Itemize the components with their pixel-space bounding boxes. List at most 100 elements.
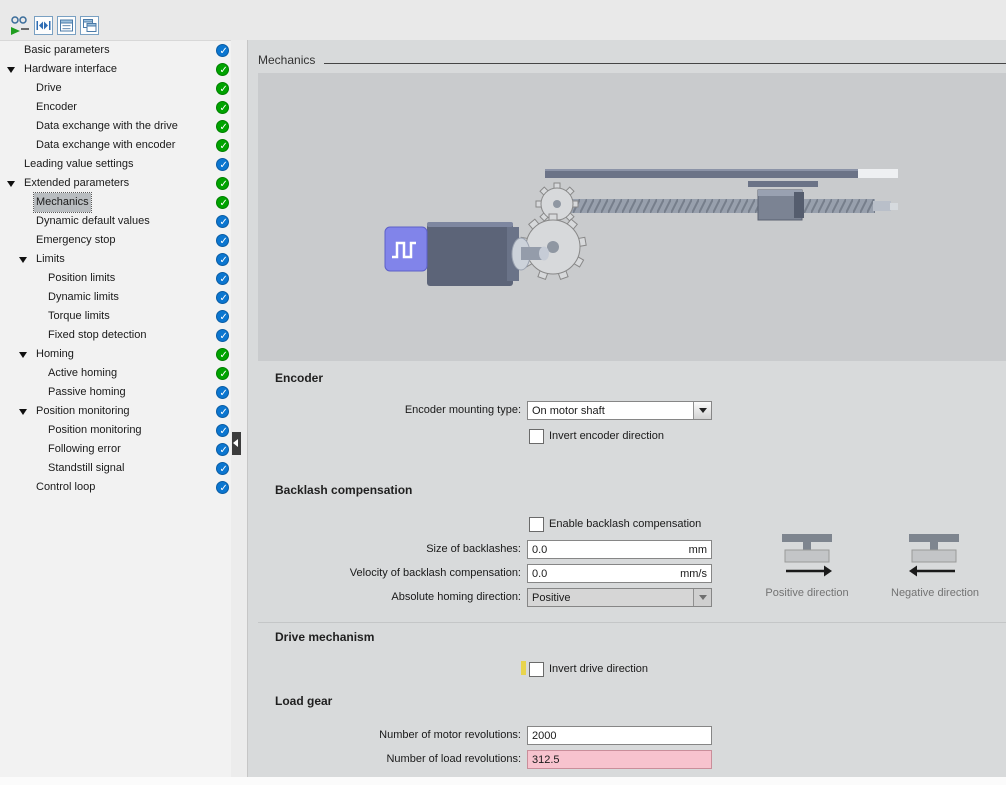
- sidebar-item-label: Data exchange with encoder: [34, 136, 177, 155]
- invert-encoder-row: Invert encoder direction: [258, 427, 1006, 446]
- status-check-icon: [216, 272, 229, 285]
- invert-drive-checkbox[interactable]: [529, 662, 544, 677]
- expand-triangle-icon[interactable]: [19, 352, 27, 358]
- motor-revolutions-row: Number of motor revolutions: 2000: [258, 726, 1006, 745]
- axis-configuration-window: { "colors": { "status_green": "#00a300",…: [0, 0, 1006, 785]
- sidebar-item-emergency-stop[interactable]: Emergency stop: [0, 231, 231, 250]
- swap-arrows-icon[interactable]: [34, 16, 53, 35]
- sidebar-item-encoder[interactable]: Encoder: [0, 98, 231, 117]
- sidebar-item-label: Limits: [34, 250, 67, 269]
- sidebar-item-position-limits[interactable]: Position limits: [0, 269, 231, 288]
- sidebar-item-label: Dynamic default values: [34, 212, 152, 231]
- backlash-velocity-value: 0.0: [528, 568, 680, 580]
- sidebar-item-label: Homing: [34, 345, 76, 364]
- expand-triangle-icon[interactable]: [7, 67, 15, 73]
- sidebar-item-dynamic-limits[interactable]: Dynamic limits: [0, 288, 231, 307]
- homing-direction-value: Positive: [528, 592, 693, 604]
- negative-direction-illustration: Negative direction: [891, 528, 977, 599]
- sidebar-item-label: Leading value settings: [22, 155, 135, 174]
- enable-backlash-checkbox[interactable]: [529, 517, 544, 532]
- status-check-icon: [216, 424, 229, 437]
- sidebar-item-label: Basic parameters: [22, 41, 112, 60]
- trace-icon[interactable]: [8, 15, 32, 36]
- sidebar-item-dynamic-default-values[interactable]: Dynamic default values: [0, 212, 231, 231]
- load-gear-header: Load gear: [275, 694, 332, 708]
- status-check-icon: [216, 329, 229, 342]
- status-check-icon: [216, 386, 229, 399]
- chevron-down-icon: [699, 595, 707, 600]
- chevron-down-icon: [699, 408, 707, 413]
- motor-revolutions-input[interactable]: 2000: [527, 726, 712, 745]
- expand-triangle-icon[interactable]: [19, 409, 27, 415]
- sidebar-item-label: Mechanics: [34, 193, 91, 212]
- dropdown-button[interactable]: [693, 589, 711, 606]
- encoder-mounting-label: Encoder mounting type:: [258, 404, 521, 416]
- status-check-icon: [216, 348, 229, 361]
- dropdown-button[interactable]: [693, 402, 711, 419]
- sidebar-item-label: Dynamic limits: [46, 288, 121, 307]
- sidebar-item-active-homing[interactable]: Active homing: [0, 364, 231, 383]
- load-revolutions-input[interactable]: 312.5: [527, 750, 712, 769]
- sidebar-item-following-error[interactable]: Following error: [0, 440, 231, 459]
- expand-triangle-icon[interactable]: [7, 181, 15, 187]
- sidebar-item-basic-parameters[interactable]: Basic parameters: [0, 41, 231, 60]
- status-check-icon: [216, 481, 229, 494]
- sidebar-item-torque-limits[interactable]: Torque limits: [0, 307, 231, 326]
- sidebar-item-fixed-stop-detection[interactable]: Fixed stop detection: [0, 326, 231, 345]
- sidebar-item-mechanics[interactable]: Mechanics: [0, 193, 231, 212]
- sidebar-item-hardware-interface[interactable]: Hardware interface: [0, 60, 231, 79]
- page-title: Mechanics: [258, 53, 315, 67]
- sidebar-item-label: Hardware interface: [22, 60, 119, 79]
- section-title-row: Mechanics: [258, 50, 1006, 67]
- sidebar-item-drive[interactable]: Drive: [0, 79, 231, 98]
- pane-splitter[interactable]: [231, 40, 248, 777]
- window-stack-icon[interactable]: [80, 16, 99, 35]
- drive-mechanism-header: Drive mechanism: [275, 630, 374, 644]
- window-list-glyph: [58, 17, 75, 34]
- homing-direction-label: Absolute homing direction:: [258, 591, 521, 603]
- sidebar-item-standstill-signal[interactable]: Standstill signal: [0, 459, 231, 478]
- sidebar-item-leading-value-settings[interactable]: Leading value settings: [0, 155, 231, 174]
- sidebar-item-passive-homing[interactable]: Passive homing: [0, 383, 231, 402]
- status-check-icon: [216, 405, 229, 418]
- backlash-size-label: Size of backlashes:: [258, 543, 521, 555]
- encoder-mounting-value: On motor shaft: [528, 405, 693, 417]
- sidebar-item-position-monitoring[interactable]: Position monitoring: [0, 421, 231, 440]
- backlash-section-header: Backlash compensation: [275, 483, 412, 497]
- status-check-icon: [216, 63, 229, 76]
- backlash-velocity-label: Velocity of backlash compensation:: [258, 567, 521, 579]
- encoder-mounting-dropdown[interactable]: On motor shaft: [527, 401, 712, 420]
- invert-drive-label: Invert drive direction: [549, 663, 648, 675]
- status-check-icon: [216, 291, 229, 304]
- backlash-size-input[interactable]: 0.0 mm: [527, 540, 712, 559]
- title-rule: [324, 63, 1006, 64]
- sidebar-item-position-monitoring-group[interactable]: Position monitoring: [0, 402, 231, 421]
- sidebar-item-data-exchange-encoder[interactable]: Data exchange with encoder: [0, 136, 231, 155]
- expand-triangle-icon[interactable]: [19, 257, 27, 263]
- status-check-icon: [216, 253, 229, 266]
- status-check-icon: [216, 177, 229, 190]
- invert-encoder-label: Invert encoder direction: [549, 430, 664, 442]
- sidebar-item-homing[interactable]: Homing: [0, 345, 231, 364]
- changed-value-marker: [521, 661, 526, 675]
- sidebar-item-data-exchange-drive[interactable]: Data exchange with the drive: [0, 117, 231, 136]
- motor-revolutions-label: Number of motor revolutions:: [258, 729, 521, 741]
- sidebar-item-limits[interactable]: Limits: [0, 250, 231, 269]
- positive-direction-icon: [772, 528, 842, 580]
- status-check-icon: [216, 101, 229, 114]
- guide-rail-short: [748, 181, 818, 187]
- homing-direction-dropdown[interactable]: Positive: [527, 588, 712, 607]
- sidebar-item-extended-parameters[interactable]: Extended parameters: [0, 174, 231, 193]
- swap-arrows-glyph: [35, 17, 52, 34]
- bottom-strip: [0, 777, 1006, 785]
- sidebar-item-label: Torque limits: [46, 307, 112, 326]
- pulse-block-icon: [385, 227, 427, 271]
- toolbar: [0, 0, 1006, 41]
- window-list-icon[interactable]: [57, 16, 76, 35]
- collapse-pane-handle[interactable]: [232, 432, 241, 455]
- backlash-velocity-input[interactable]: 0.0 mm/s: [527, 564, 712, 583]
- sidebar-item-control-loop[interactable]: Control loop: [0, 478, 231, 497]
- big-gear-icon: [520, 214, 586, 279]
- invert-encoder-checkbox[interactable]: [529, 429, 544, 444]
- sidebar-item-label: Extended parameters: [22, 174, 131, 193]
